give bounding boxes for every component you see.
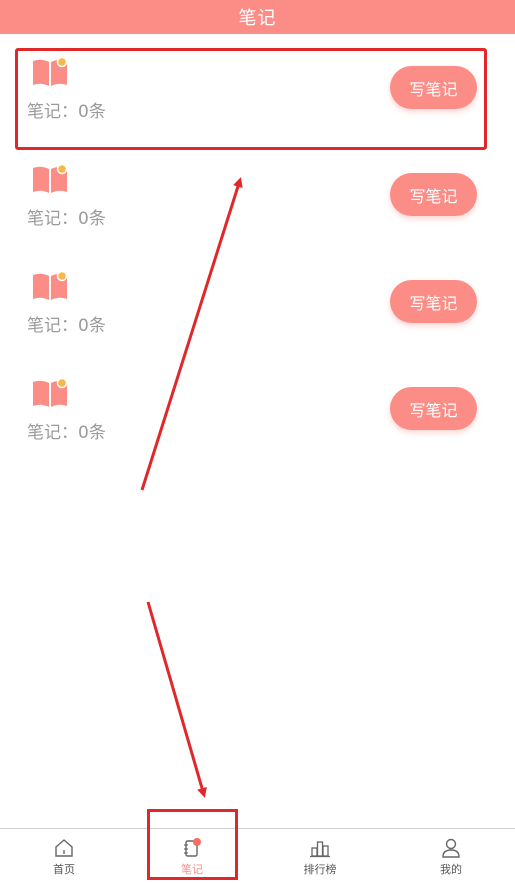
open-book-icon [33, 378, 68, 407]
user-icon [442, 838, 460, 858]
home-icon [55, 839, 73, 857]
write-note-button[interactable]: 写笔记 [390, 387, 477, 430]
note-count-label: 笔记：0条 [27, 423, 106, 443]
bottom-tab-bar: 首页 笔记 排行榜 我的 [0, 828, 515, 883]
annotation-highlight-box [15, 48, 487, 150]
tab-home[interactable]: 首页 [0, 829, 128, 883]
annotation-arrow-down [146, 601, 207, 798]
note-count-label: 笔记：0条 [27, 316, 106, 336]
tab-ranking[interactable]: 排行榜 [256, 829, 384, 883]
write-note-button[interactable]: 写笔记 [390, 280, 477, 323]
note-count-label: 笔记：0条 [27, 209, 106, 229]
annotation-tab-highlight-box [147, 809, 238, 880]
open-book-icon [33, 164, 68, 193]
tab-label: 我的 [440, 863, 462, 876]
note-row: 笔记：0条 写笔记 [0, 258, 515, 365]
open-book-icon [33, 271, 68, 300]
ranking-icon [310, 841, 330, 858]
write-note-button[interactable]: 写笔记 [390, 173, 477, 216]
tab-mine[interactable]: 我的 [387, 829, 515, 883]
note-row: 笔记：0条 写笔记 [0, 151, 515, 258]
tab-label: 首页 [53, 863, 75, 876]
note-row: 笔记：0条 写笔记 [0, 365, 515, 472]
tab-label: 排行榜 [303, 863, 337, 876]
page-title: 笔记 [238, 8, 277, 29]
page-header: 笔记 [0, 0, 515, 34]
